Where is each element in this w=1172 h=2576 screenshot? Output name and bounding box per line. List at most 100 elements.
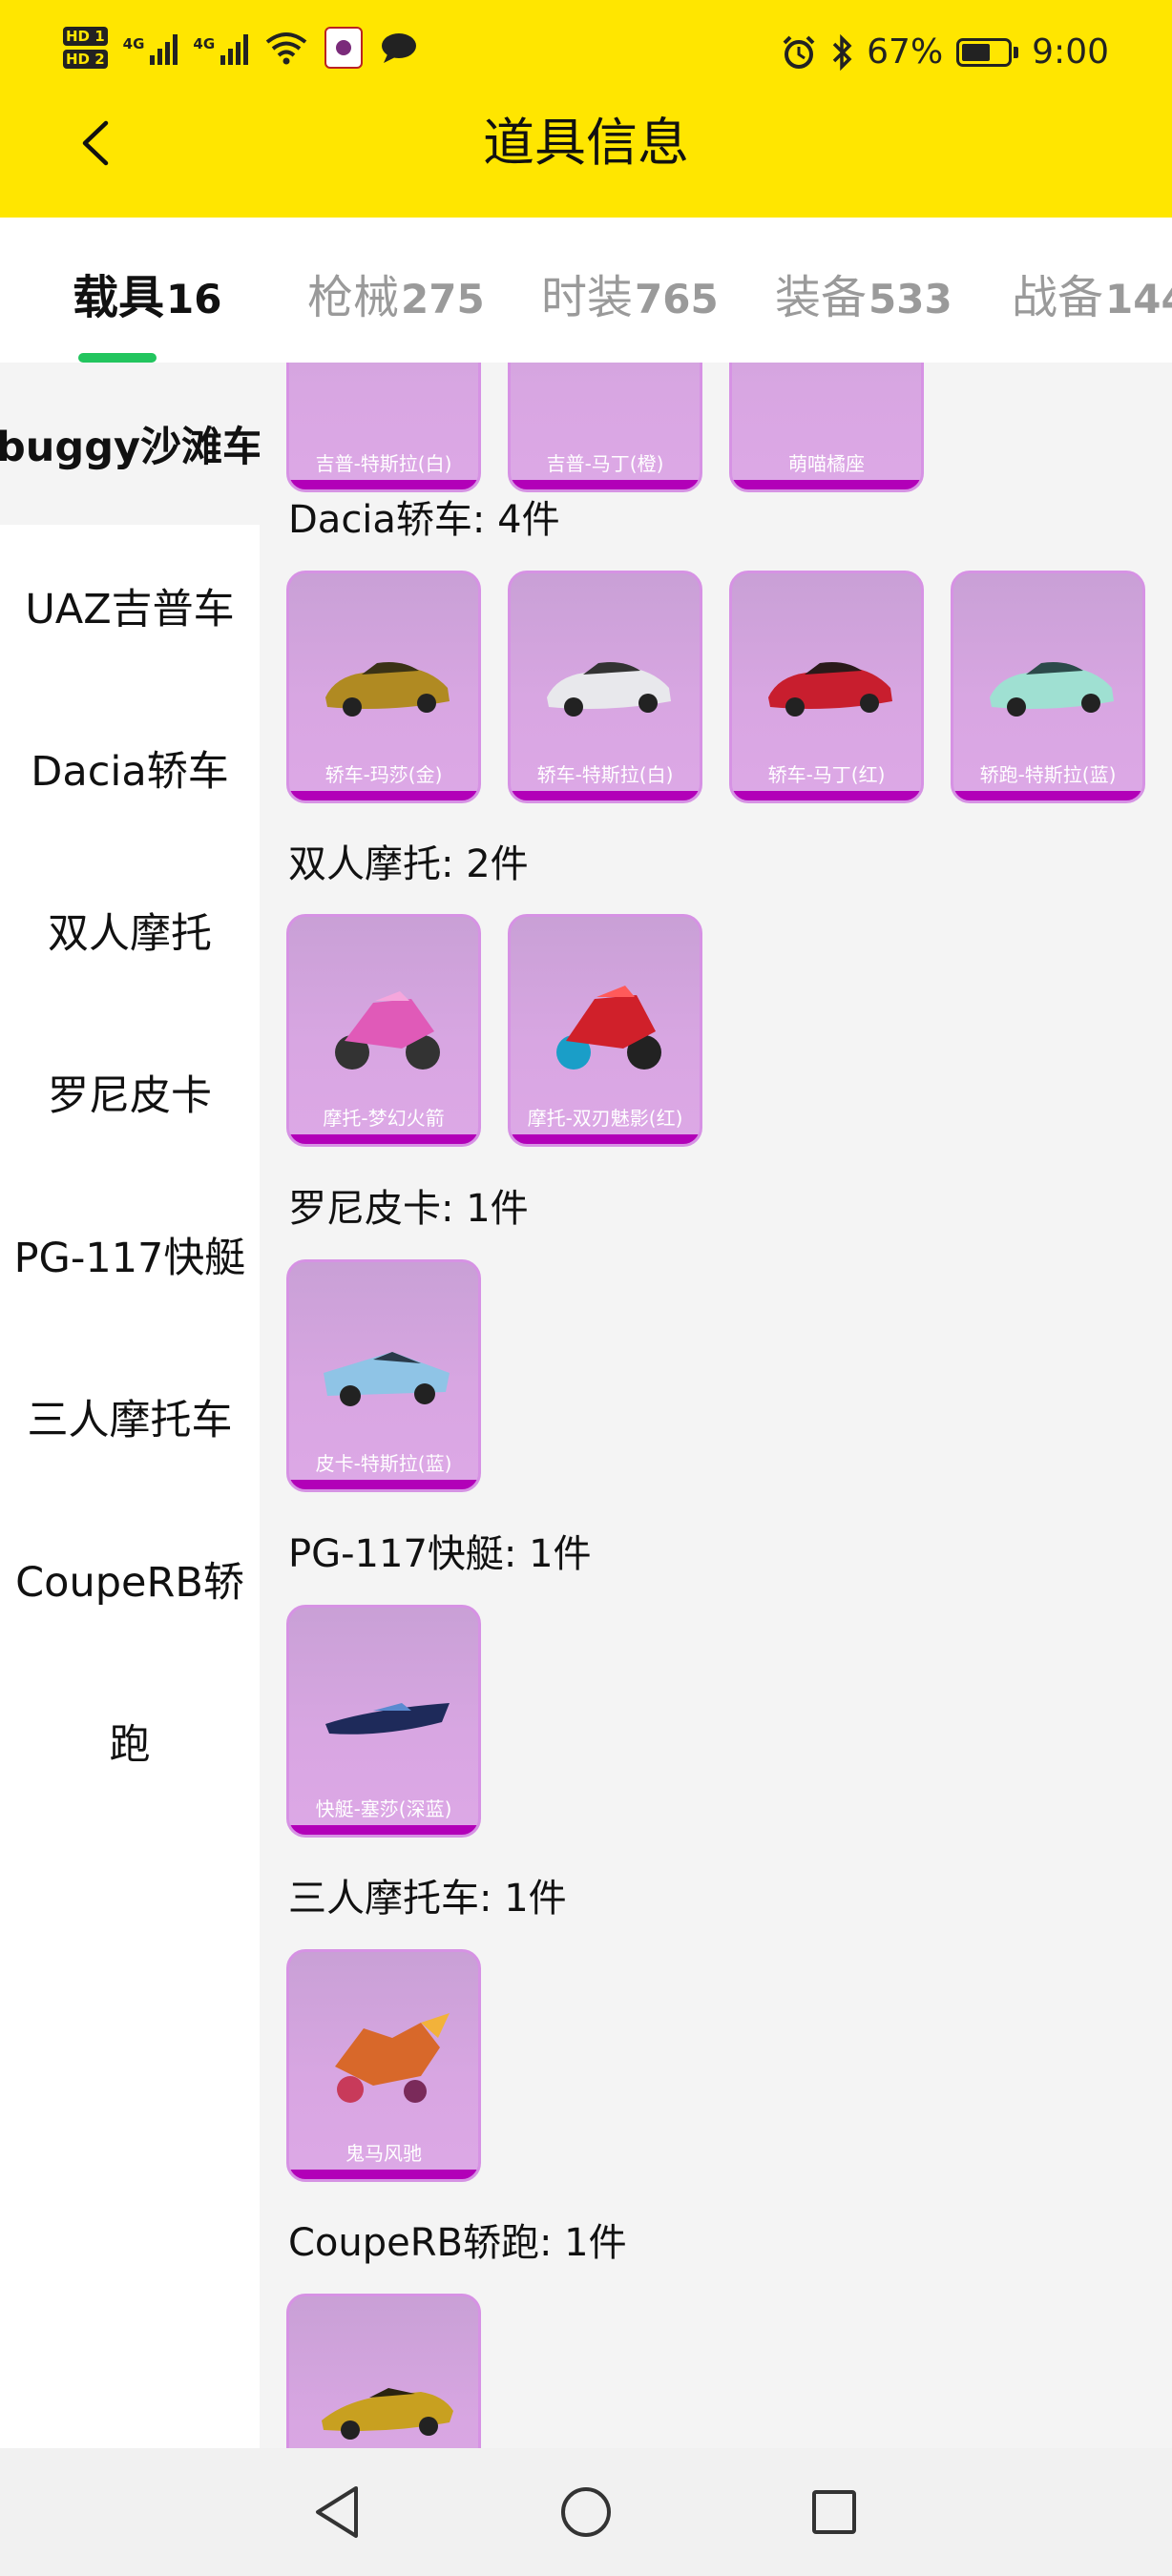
item-card[interactable]: 快艇-塞莎(深蓝) — [286, 1605, 481, 1838]
rarity-bar — [732, 480, 921, 489]
network-label-2: 4G — [193, 35, 216, 52]
item-label: 轿跑-特斯拉(蓝) — [979, 763, 1117, 786]
battery-icon — [956, 37, 1019, 67]
pink-motorcycle-icon — [335, 991, 440, 1070]
active-tab-indicator — [78, 353, 157, 363]
tab-count: 16 — [166, 276, 222, 322]
item-card[interactable]: 轿车-马丁(红) — [729, 571, 924, 803]
wifi-icon — [265, 32, 307, 65]
sidebar-item-pickup[interactable]: 罗尼皮卡 — [0, 1011, 260, 1174]
item-card[interactable]: 萌喵橘座 — [729, 363, 924, 492]
rarity-bar — [732, 791, 921, 800]
item-label: 吉普-马丁(橙) — [546, 452, 664, 475]
item-card[interactable]: 轿车-玛莎(金) — [286, 571, 481, 803]
signal-2-icon: 4G — [193, 31, 249, 65]
nav-back-button[interactable] — [303, 2479, 370, 2545]
white-sedan-icon — [547, 662, 671, 717]
tab-label: 载具 — [73, 271, 165, 324]
section-title-moto3: 三人摩托车: 1件 — [288, 1877, 567, 1921]
rarity-bar — [511, 1134, 700, 1144]
square-recents-icon — [812, 2490, 856, 2534]
tab-count: 144 — [1105, 276, 1172, 322]
sidebar-item-three-seat-moto[interactable]: 三人摩托车 — [0, 1336, 260, 1498]
section-title-moto2: 双人摩托: 2件 — [288, 842, 529, 886]
vehicle-type-sidebar: buggy沙滩车 UAZ吉普车 Dacia轿车 双人摩托 罗尼皮卡 PG-117… — [0, 363, 260, 2448]
item-card[interactable]: 吉普-马丁(橙) — [508, 363, 702, 492]
app-notification-icon — [324, 27, 364, 69]
nav-recents-button[interactable] — [801, 2479, 868, 2545]
rarity-bar — [511, 791, 700, 800]
teal-coupe-icon — [990, 662, 1114, 717]
bluetooth-icon — [832, 33, 852, 71]
app-header: HD 1 HD 2 4G 4G 67% 9:00 道具信息 — [0, 0, 1172, 218]
item-card[interactable]: 吉普-特斯拉(白) — [286, 363, 481, 492]
tab-count: 765 — [635, 276, 719, 322]
rarity-bar — [289, 1825, 478, 1835]
vehicle-list: 吉普-特斯拉(白) 吉普-马丁(橙) 萌喵橘座 Dacia轿车: 4件 轿车-玛… — [260, 363, 1172, 2448]
sidebar-item-coupe-cont[interactable]: 跑 — [0, 1660, 260, 1822]
chevron-left-icon — [82, 120, 109, 166]
rarity-bar — [289, 2170, 478, 2179]
sidebar-item-two-seat-moto[interactable]: 双人摩托 — [0, 849, 260, 1011]
hd-indicators: HD 1 HD 2 — [63, 27, 108, 69]
status-left: HD 1 HD 2 4G 4G — [63, 27, 418, 69]
sidebar-item-dacia[interactable]: Dacia轿车 — [0, 687, 260, 849]
tab-count: 533 — [869, 276, 952, 322]
tab-equipment[interactable]: 装备533 — [775, 260, 952, 326]
item-card[interactable]: 皮卡-特斯拉(蓝) — [286, 1259, 481, 1492]
circle-home-icon — [561, 2487, 611, 2537]
battery-percent: 67% — [867, 32, 944, 72]
item-card[interactable]: 轿车-特斯拉(白) — [508, 571, 702, 803]
item-card[interactable]: 摩托-梦幻火箭 — [286, 914, 481, 1147]
sidebar-item-coupe[interactable]: CoupeRB轿 — [0, 1498, 260, 1660]
tab-count: 275 — [401, 276, 485, 322]
sidebar-item-buggy[interactable]: buggy沙滩车 — [0, 363, 260, 525]
hd1-badge: HD 1 — [63, 27, 108, 46]
item-label: 轿车-马丁(红) — [767, 763, 886, 786]
rarity-bar — [289, 791, 478, 800]
item-card[interactable]: 摩托-双刃魅影(红) — [508, 914, 702, 1147]
section-title-dacia: Dacia轿车: 4件 — [288, 498, 560, 542]
item-card[interactable]: 轿跑-特斯拉(蓝) — [951, 571, 1145, 803]
signal-1-icon: 4G — [123, 31, 178, 65]
gold-supercar-icon — [322, 2388, 453, 2440]
rarity-bar — [289, 1134, 478, 1144]
status-bar: HD 1 HD 2 4G 4G 67% 9:00 — [0, 0, 1172, 114]
system-nav-bar — [0, 2448, 1172, 2576]
section-title-coupe: CoupeRB轿跑: 1件 — [288, 2221, 627, 2265]
network-label-1: 4G — [122, 35, 145, 52]
nav-home-button[interactable] — [553, 2479, 619, 2545]
speedboat-icon — [325, 1703, 450, 1735]
tab-vehicles[interactable]: 载具16 — [73, 260, 221, 326]
red-sedan-icon — [768, 662, 892, 717]
rarity-bar — [289, 1480, 478, 1489]
item-card[interactable] — [286, 2294, 481, 2448]
status-right: 67% 9:00 — [781, 32, 1109, 72]
item-card[interactable]: 鬼马风驰 — [286, 1949, 481, 2182]
item-label: 摩托-双刃魅影(红) — [527, 1107, 683, 1130]
hd2-badge: HD 2 — [63, 50, 108, 69]
gold-sedan-icon — [325, 662, 450, 717]
item-label: 摩托-梦幻火箭 — [323, 1107, 445, 1130]
tab-outfits[interactable]: 时装765 — [541, 260, 719, 326]
title-bar: 道具信息 — [0, 105, 1172, 210]
sidebar-item-boat[interactable]: PG-117快艇 — [0, 1174, 260, 1336]
item-label: 轿车-特斯拉(白) — [536, 763, 674, 786]
item-label: 皮卡-特斯拉(蓝) — [315, 1452, 452, 1475]
section-title-boat: PG-117快艇: 1件 — [288, 1532, 592, 1576]
tab-label: 装备 — [775, 271, 868, 324]
item-label: 鬼马风驰 — [345, 2142, 422, 2165]
tab-combat-gear[interactable]: 战备144 — [1012, 260, 1172, 326]
sidebar-item-uaz[interactable]: UAZ吉普车 — [0, 525, 260, 687]
section-title-pickup: 罗尼皮卡: 1件 — [288, 1187, 529, 1231]
item-label: 轿车-玛莎(金) — [324, 763, 443, 786]
item-label: 吉普-特斯拉(白) — [315, 452, 452, 475]
back-button[interactable] — [67, 114, 124, 172]
tab-label: 时装 — [541, 271, 634, 324]
rarity-bar — [953, 791, 1142, 800]
tab-guns[interactable]: 枪械275 — [307, 260, 485, 326]
item-label: 萌喵橘座 — [788, 452, 865, 475]
status-time: 9:00 — [1032, 32, 1109, 72]
category-tabs: 载具16 枪械275 时装765 装备533 战备144 — [0, 218, 1172, 363]
item-label: 快艇-塞莎(深蓝) — [315, 1797, 452, 1820]
